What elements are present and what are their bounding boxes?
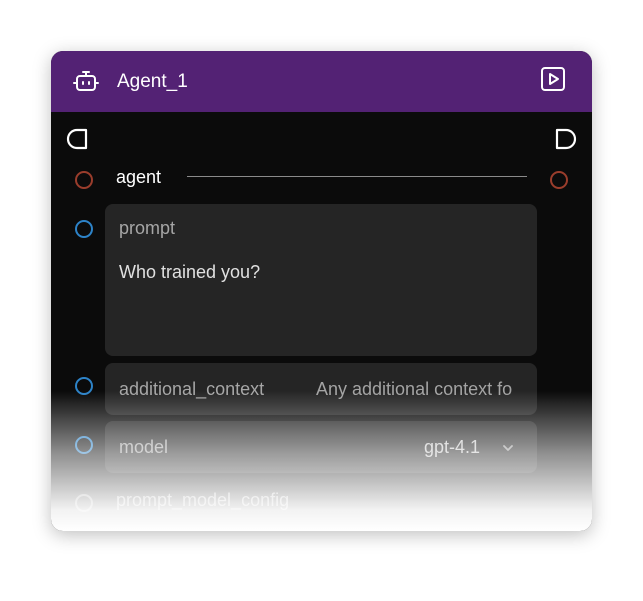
model-input-port[interactable] <box>75 436 93 454</box>
model-value[interactable]: gpt-4.1 <box>424 437 480 458</box>
chevron-down-icon[interactable] <box>501 441 515 455</box>
prompt-model-config-label: prompt_model_config <box>116 490 290 510</box>
additional-context-field[interactable]: additional_context Any additional contex… <box>105 363 537 415</box>
agent-port-label: agent <box>116 167 162 187</box>
node-title: Agent_1 <box>117 71 188 92</box>
agent-output-port[interactable] <box>550 171 568 189</box>
robot-icon <box>73 71 99 91</box>
prompt-value[interactable]: Who trained you? <box>119 262 260 283</box>
prompt-input-port[interactable] <box>75 220 93 238</box>
play-square-icon[interactable] <box>540 66 566 92</box>
agent-divider <box>187 176 527 177</box>
node-header[interactable]: Agent_1 <box>51 51 592 112</box>
prompt-model-config-input-port[interactable] <box>75 494 93 512</box>
additional-context-label: additional_context <box>119 379 265 399</box>
flow-input-handle-icon[interactable] <box>66 127 90 151</box>
agent-input-port[interactable] <box>75 171 93 189</box>
additional-context-input-port[interactable] <box>75 377 93 395</box>
prompt-field[interactable]: prompt Who trained you? <box>105 204 537 356</box>
model-label: model <box>119 437 169 457</box>
prompt-label: prompt <box>119 218 176 238</box>
flow-output-handle-icon[interactable] <box>553 127 577 151</box>
model-select[interactable]: model gpt-4.1 <box>105 421 537 473</box>
agent-node[interactable]: Agent_1 agent prompt Who trained you? ad… <box>51 51 592 531</box>
additional-context-placeholder[interactable]: Any additional context fo <box>316 379 524 400</box>
